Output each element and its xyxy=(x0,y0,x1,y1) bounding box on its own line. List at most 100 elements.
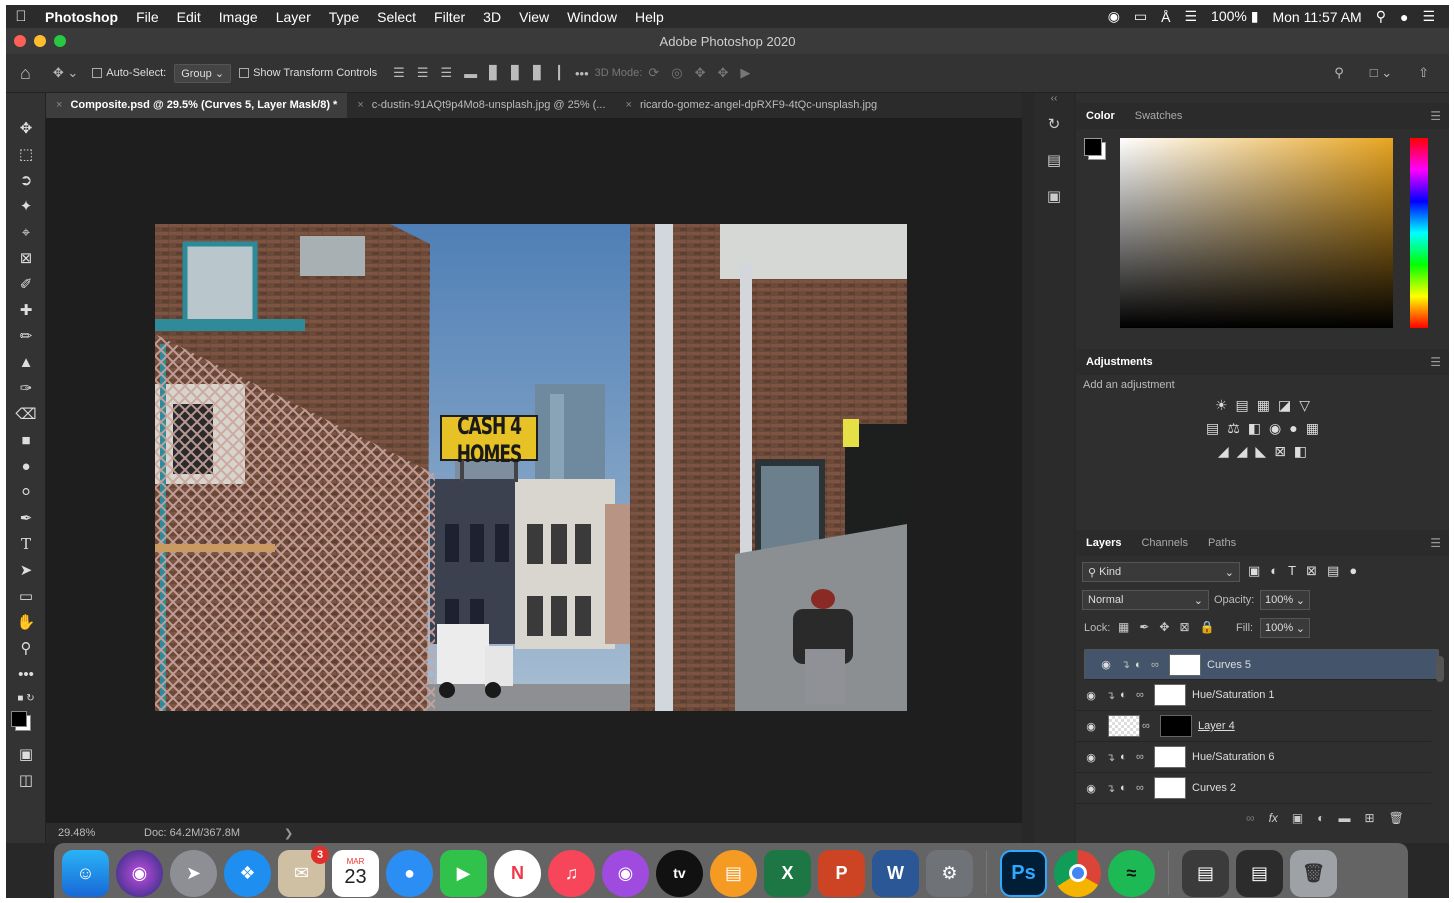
visibility-eye-icon[interactable]: ◉ xyxy=(1076,751,1106,764)
new-adjustment-icon[interactable]: ◐ xyxy=(1317,811,1324,825)
facetime-icon[interactable]: ▶ xyxy=(440,849,487,897)
brush-tool-icon[interactable]: ✏ xyxy=(6,323,46,349)
color-field[interactable] xyxy=(1120,138,1393,328)
align-right-icon[interactable]: ☰ xyxy=(440,65,452,81)
layer-row[interactable]: ◉ ↴ ◐ ∞ Curves 5 xyxy=(1084,649,1439,680)
collapse-icon[interactable]: ‹‹ xyxy=(1034,93,1074,104)
layer-row[interactable]: ◉ ∞ Layer 4 xyxy=(1076,711,1431,742)
system-preferences-icon[interactable]: ⚙ xyxy=(926,849,973,897)
color-swatches[interactable] xyxy=(6,709,46,741)
menu-app-name[interactable]: Photoshop xyxy=(36,9,127,25)
visibility-eye-icon[interactable]: ◉ xyxy=(1076,782,1106,795)
smart-object-filter-icon[interactable]: ▤ xyxy=(1327,563,1339,579)
posterize-icon[interactable]: ◢ xyxy=(1237,443,1248,460)
airplay-icon[interactable]: ▭ xyxy=(1134,8,1147,25)
visibility-eye-icon[interactable]: ◉ xyxy=(1076,720,1106,733)
3d-pan-icon[interactable]: ✥ xyxy=(695,65,706,81)
black-white-icon[interactable]: ◧ xyxy=(1248,420,1261,437)
align-left-icon[interactable]: ☰ xyxy=(393,65,405,81)
link-icon[interactable]: ∞ xyxy=(1136,689,1148,701)
tab-color[interactable]: Color xyxy=(1076,110,1125,122)
music-icon[interactable]: ♫ xyxy=(548,849,595,897)
default-colors-icon[interactable]: ■ ↻ xyxy=(6,687,46,709)
3d-camera-icon[interactable]: ▶ xyxy=(740,65,750,81)
transform-controls-checkbox[interactable]: Show Transform Controls xyxy=(239,67,377,79)
channel-mixer-icon[interactable]: ● xyxy=(1289,420,1297,437)
layer-row[interactable]: ◉ ↴ ◐ ∞ Hue/Saturation 1 xyxy=(1076,680,1431,711)
apple-tv-icon[interactable]: tv xyxy=(656,849,703,897)
menu-type[interactable]: Type xyxy=(320,9,368,25)
panel-menu-icon[interactable]: ☰ xyxy=(1430,536,1441,550)
calendar-icon[interactable]: MAR 23 xyxy=(332,849,379,897)
new-group-icon[interactable]: ▬ xyxy=(1339,811,1351,825)
tab-paths[interactable]: Paths xyxy=(1198,537,1246,549)
layers-scrollbar[interactable] xyxy=(1436,656,1444,682)
3d-orbit-icon[interactable]: ⟳ xyxy=(648,65,659,81)
levels-icon[interactable]: ▤ xyxy=(1236,397,1249,414)
layer-mask-thumbnail[interactable] xyxy=(1154,746,1186,768)
crop-tool-icon[interactable]: ⌖ xyxy=(6,219,46,245)
layer-row[interactable]: ◉ ↴ ◐ ∞ Curves 2 xyxy=(1076,773,1431,804)
layer-mask-thumbnail[interactable] xyxy=(1169,653,1201,676)
workspace-icon[interactable]: □ ⌄ xyxy=(1370,65,1392,81)
word-icon[interactable]: W xyxy=(872,849,919,897)
podcasts-icon[interactable]: ◉ xyxy=(602,849,649,897)
creative-cloud-icon[interactable]: ◉ xyxy=(1108,8,1120,25)
type-tool-icon[interactable]: T xyxy=(6,531,46,557)
eraser-tool-icon[interactable]: ⌫ xyxy=(6,401,46,427)
exposure-icon[interactable]: ◪ xyxy=(1278,397,1291,414)
link-icon[interactable]: ∞ xyxy=(1136,751,1148,763)
quick-mask-icon[interactable]: ▣ xyxy=(6,741,46,767)
menu-help[interactable]: Help xyxy=(626,9,673,25)
auto-select-dropdown[interactable]: Group ⌄ xyxy=(174,63,232,83)
curves-icon[interactable]: ▦ xyxy=(1257,397,1270,414)
selective-color-icon[interactable]: ◧ xyxy=(1294,443,1307,460)
blur-tool-icon[interactable]: ● xyxy=(6,453,46,479)
menu-view[interactable]: View xyxy=(510,9,558,25)
blend-mode-dropdown[interactable]: Normal ⌄ xyxy=(1082,590,1209,610)
photo-filter-icon[interactable]: ◉ xyxy=(1269,420,1281,437)
history-panel-icon[interactable]: ↻ xyxy=(1034,115,1074,133)
hue-slider[interactable] xyxy=(1410,138,1428,328)
3d-slide-icon[interactable]: ✥ xyxy=(717,65,728,81)
tab-ricardo[interactable]: × ricardo-gomez-angel-dpRXF9-4tQc-unsplas… xyxy=(616,93,888,118)
edit-toolbar-icon[interactable]: ••• xyxy=(6,661,46,687)
adjustments-title[interactable]: Adjustments xyxy=(1076,356,1163,368)
menu-filter[interactable]: Filter xyxy=(425,9,474,25)
history-brush-tool-icon[interactable]: ✑ xyxy=(6,375,46,401)
menu-layer[interactable]: Layer xyxy=(267,9,320,25)
hue-saturation-icon[interactable]: ▤ xyxy=(1206,420,1219,437)
lock-transparent-icon[interactable]: ▦ xyxy=(1118,620,1129,634)
path-select-tool-icon[interactable]: ➤ xyxy=(6,557,46,583)
safari-icon[interactable]: ❖ xyxy=(224,849,271,897)
canvas-area[interactable]: CASH 4 HOMES xyxy=(46,118,1022,823)
lasso-tool-icon[interactable]: ➲ xyxy=(6,167,46,193)
align-center-icon[interactable]: ☰ xyxy=(417,65,429,81)
tab-dustin[interactable]: × c-dustin-91AQt9p4Mo8-unsplash.jpg @ 25%… xyxy=(347,93,615,118)
visibility-eye-icon[interactable]: ◉ xyxy=(1091,658,1121,671)
move-tool-icon[interactable]: ✥ xyxy=(6,115,46,141)
eyedropper-tool-icon[interactable]: ✐ xyxy=(6,271,46,297)
healing-brush-tool-icon[interactable]: ✚ xyxy=(6,297,46,323)
add-mask-icon[interactable]: ▣ xyxy=(1292,811,1303,825)
siri-icon[interactable]: ◉ xyxy=(116,849,163,897)
more-options-icon[interactable]: ••• xyxy=(575,66,589,81)
dodge-tool-icon[interactable]: ⚪ xyxy=(6,479,46,505)
zoom-tool-icon[interactable]: ⚲ xyxy=(6,635,46,661)
menu-edit[interactable]: Edit xyxy=(168,9,210,25)
tab-swatches[interactable]: Swatches xyxy=(1125,110,1193,122)
filter-toggle-icon[interactable]: ● xyxy=(1349,563,1357,579)
document-canvas[interactable]: CASH 4 HOMES xyxy=(155,224,907,711)
panel-menu-icon[interactable]: ☰ xyxy=(1430,355,1441,369)
siri-icon[interactable]: ● xyxy=(1400,9,1408,25)
minimized-window-1[interactable]: ▤ xyxy=(1182,849,1229,897)
layer-name[interactable]: Hue/Saturation 6 xyxy=(1192,751,1275,763)
control-list-icon[interactable]: ☰ xyxy=(1422,8,1435,25)
close-tab-icon[interactable]: × xyxy=(626,99,632,111)
layer-name[interactable]: Curves 5 xyxy=(1207,659,1251,671)
auto-select-checkbox[interactable]: Auto-Select: xyxy=(92,67,166,79)
layer-name[interactable]: Hue/Saturation 1 xyxy=(1192,689,1275,701)
bluetooth-icon[interactable]: Å xyxy=(1161,9,1170,25)
pen-tool-icon[interactable]: ✒ xyxy=(6,505,46,531)
menu-file[interactable]: File xyxy=(127,9,168,25)
